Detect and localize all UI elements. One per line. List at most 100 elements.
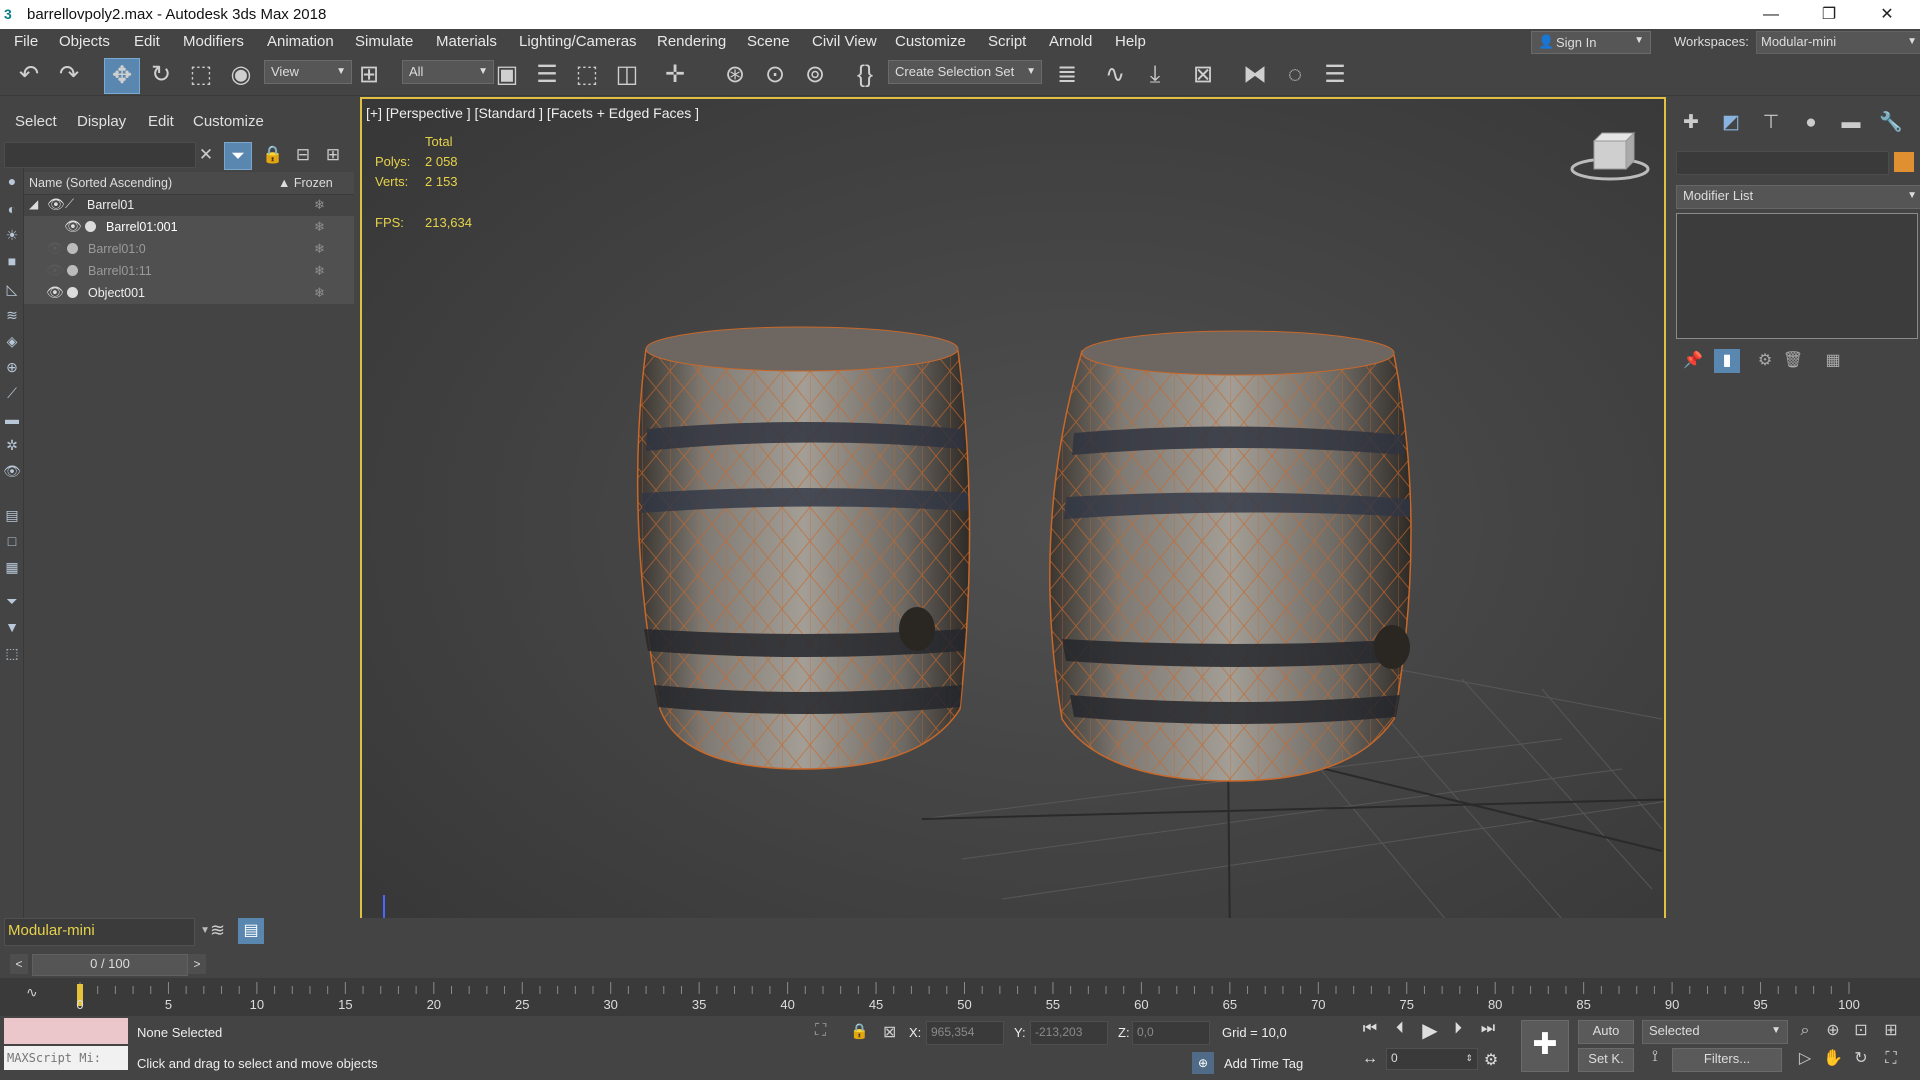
particle-icon[interactable]: ✲: [3, 436, 21, 454]
shapes-icon[interactable]: ◐: [3, 200, 21, 218]
xref-icon[interactable]: ⊕: [3, 358, 21, 376]
menu-simulate[interactable]: Simulate: [355, 33, 413, 50]
time-config-icon[interactable]: ⚙: [1480, 1050, 1502, 1070]
time-next-arrow[interactable]: >: [188, 954, 206, 974]
maxscript-output[interactable]: [4, 1018, 128, 1044]
material-editor-icon[interactable]: ⊠: [1186, 58, 1220, 92]
schematic-view-icon[interactable]: ⤓: [1138, 58, 1172, 92]
current-frame-field[interactable]: 0 ⇕: [1386, 1048, 1478, 1070]
menu-civil-view[interactable]: Civil View: [812, 33, 877, 50]
mirror-icon[interactable]: ⧓: [1238, 58, 1272, 92]
menu-lighting-cameras[interactable]: Lighting/Cameras: [519, 33, 637, 50]
time-slider[interactable]: 0 / 100: [32, 954, 188, 976]
angle-snap-icon[interactable]: ⊙: [758, 58, 792, 92]
maximize-viewport-icon[interactable]: ⛶: [1880, 1048, 1902, 1070]
pivot-icon[interactable]: ⊞: [352, 58, 386, 92]
isolate-icon[interactable]: ⛶: [815, 1022, 826, 1040]
filter-icon[interactable]: ⏷: [224, 142, 252, 170]
select-by-name-icon[interactable]: ☰: [530, 58, 564, 92]
z-coord-field[interactable]: 0,0: [1132, 1021, 1210, 1045]
explorer-row[interactable]: 👁 Object001 ❄: [24, 282, 354, 304]
delete-modifier-icon[interactable]: 🗑: [1780, 349, 1806, 373]
add-time-tag[interactable]: Add Time Tag: [1224, 1056, 1303, 1071]
display-tab-icon[interactable]: ▬: [1836, 109, 1866, 137]
utilities-tab-icon[interactable]: 🔧: [1876, 109, 1906, 137]
explorer-tab-display[interactable]: Display: [77, 113, 126, 130]
snap-move-icon[interactable]: ✛: [658, 58, 692, 92]
scale-icon[interactable]: ⬚: [184, 58, 218, 92]
menu-file[interactable]: File: [14, 33, 38, 50]
field-of-view-icon[interactable]: ▷: [1794, 1048, 1816, 1070]
close-button[interactable]: ✕: [1858, 0, 1916, 29]
display-eye-icon[interactable]: 👁: [3, 462, 21, 480]
named-selection-dropdown[interactable]: Create Selection Set ▼: [888, 60, 1042, 84]
explorer-row[interactable]: 👁 Barrel01:0 ❄: [24, 238, 354, 260]
previous-frame-icon[interactable]: ⏴: [1388, 1020, 1412, 1038]
layer-list-icon[interactable]: ▤: [3, 506, 21, 524]
menu-arnold[interactable]: Arnold: [1049, 33, 1092, 50]
zoom-icon[interactable]: ⌕: [1794, 1020, 1816, 1042]
perspective-viewport[interactable]: [+] [Perspective ] [Standard ] [Facets +…: [360, 97, 1666, 948]
menu-objects[interactable]: Objects: [59, 33, 110, 50]
time-tag-icon[interactable]: ⊕: [1192, 1052, 1214, 1074]
scene-explorer-toggle-icon[interactable]: ▤: [238, 918, 264, 944]
sign-in-dropdown[interactable]: 👤 Sign In ▼: [1531, 31, 1651, 54]
window-crossing-icon[interactable]: ◫: [610, 58, 644, 92]
align-icon[interactable]: ◌: [1278, 58, 1312, 92]
layer-props-icon[interactable]: ▦: [3, 558, 21, 576]
x-coord-field[interactable]: 965,354: [926, 1021, 1004, 1045]
lock-icon[interactable]: 🔒: [260, 142, 286, 168]
pan-icon[interactable]: ✋: [1822, 1048, 1844, 1070]
hierarchy-tab-icon[interactable]: ⊤: [1756, 109, 1786, 137]
motion-tab-icon[interactable]: ●: [1796, 109, 1826, 137]
pin-stack-icon[interactable]: 📌: [1680, 349, 1706, 373]
go-to-end-icon[interactable]: ⏭: [1476, 1020, 1500, 1038]
explorer-row[interactable]: 👁 Barrel01:11 ❄: [24, 260, 354, 282]
menu-rendering[interactable]: Rendering: [657, 33, 726, 50]
menu-modifiers[interactable]: Modifiers: [183, 33, 244, 50]
modifier-list-dropdown[interactable]: Modifier List ▼: [1676, 185, 1920, 209]
go-to-start-icon[interactable]: ⏮: [1358, 1020, 1382, 1038]
explorer-row[interactable]: ◢ 👁 ⟋ Barrel01 ❄: [24, 194, 354, 216]
rectangle-selection-icon[interactable]: ⬚: [570, 58, 604, 92]
show-end-result-icon[interactable]: ▮: [1714, 349, 1740, 373]
layers-icon[interactable]: ≋: [210, 920, 225, 941]
zoom-extents-all-icon[interactable]: ⊞: [1880, 1020, 1902, 1042]
clear-search-icon[interactable]: ✕: [193, 142, 219, 168]
set-key-mode-button[interactable]: Set K.: [1578, 1048, 1634, 1072]
key-filters-button[interactable]: Filters...: [1672, 1048, 1782, 1072]
frozen-icon[interactable]: ❄: [314, 285, 325, 301]
key-filter-dropdown[interactable]: Selected ▼: [1642, 1020, 1788, 1044]
explorer-tab-customize[interactable]: Customize: [193, 113, 264, 130]
menu-scene[interactable]: Scene: [747, 33, 790, 50]
frozen-icon[interactable]: ❄: [314, 241, 325, 257]
zoom-all-icon[interactable]: ⊕: [1822, 1020, 1844, 1042]
maxscript-listener[interactable]: MAXScript Mi:: [4, 1018, 128, 1070]
filter-combo-icon[interactable]: ⏷: [3, 592, 21, 610]
workspace-selector[interactable]: Modular-mini ▼: [4, 918, 210, 946]
layer-blank-icon[interactable]: □: [3, 532, 21, 550]
minimize-button[interactable]: —: [1742, 0, 1800, 29]
eye-icon[interactable]: 👁: [46, 284, 64, 301]
undo-icon[interactable]: ↶: [12, 58, 46, 92]
explorer-tab-edit[interactable]: Edit: [148, 113, 174, 130]
container-icon[interactable]: ▬: [3, 410, 21, 428]
layer-explorer-icon[interactable]: ≣: [1050, 58, 1084, 92]
barrel-left[interactable]: [636, 326, 971, 770]
eye-hidden-icon[interactable]: 👁: [46, 240, 64, 257]
make-unique-icon[interactable]: ⚙: [1752, 349, 1778, 373]
menu-help[interactable]: Help: [1115, 33, 1146, 50]
maxscript-input[interactable]: MAXScript Mi:: [4, 1046, 128, 1070]
spinner-icon[interactable]: ⇕: [1465, 1049, 1473, 1067]
expand-arrow-icon[interactable]: ◢: [29, 197, 38, 211]
column-name-header[interactable]: Name (Sorted Ascending): [29, 176, 172, 190]
hierarchy-icon[interactable]: ⊟: [290, 142, 316, 168]
restore-button[interactable]: ❐: [1800, 0, 1858, 29]
frozen-icon[interactable]: ❄: [314, 263, 325, 279]
helper-icon[interactable]: ◺: [3, 280, 21, 298]
y-coord-field[interactable]: -213,203: [1030, 1021, 1108, 1045]
select-region-icon[interactable]: ⬚: [3, 644, 21, 662]
edit-named-selection-icon[interactable]: {}: [848, 58, 882, 92]
absolute-mode-icon[interactable]: ⊠: [883, 1022, 896, 1042]
select-move-icon[interactable]: ✥: [104, 58, 140, 94]
